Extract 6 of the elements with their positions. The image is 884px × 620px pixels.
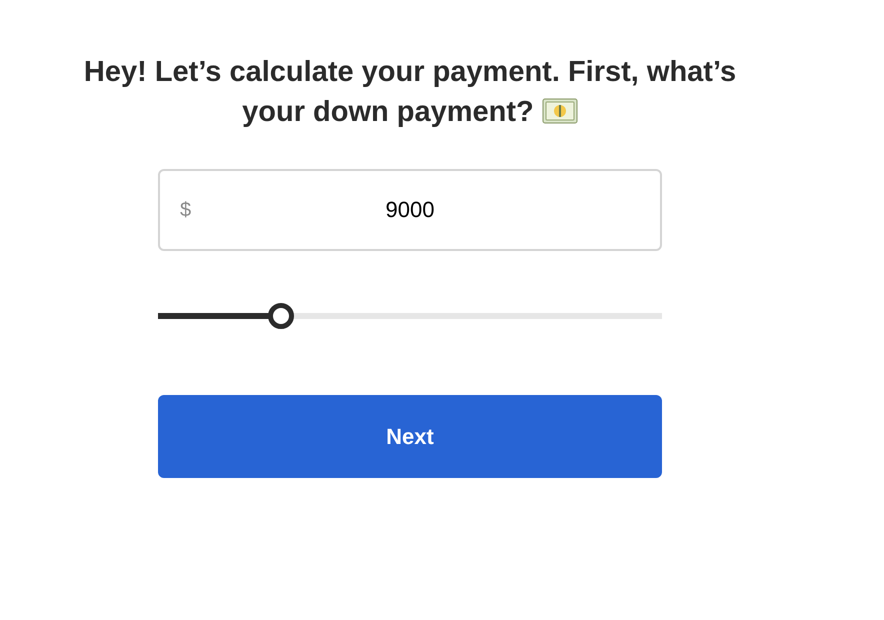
heading: Hey! Let’s calculate your payment. First, what’s your down payment? bbox=[82, 55, 738, 130]
banknote-icon bbox=[542, 97, 578, 125]
slider[interactable] bbox=[158, 303, 662, 329]
currency-prefix: $ bbox=[180, 198, 192, 223]
slider-thumb[interactable] bbox=[268, 303, 294, 329]
next-button[interactable]: Next bbox=[158, 395, 662, 478]
